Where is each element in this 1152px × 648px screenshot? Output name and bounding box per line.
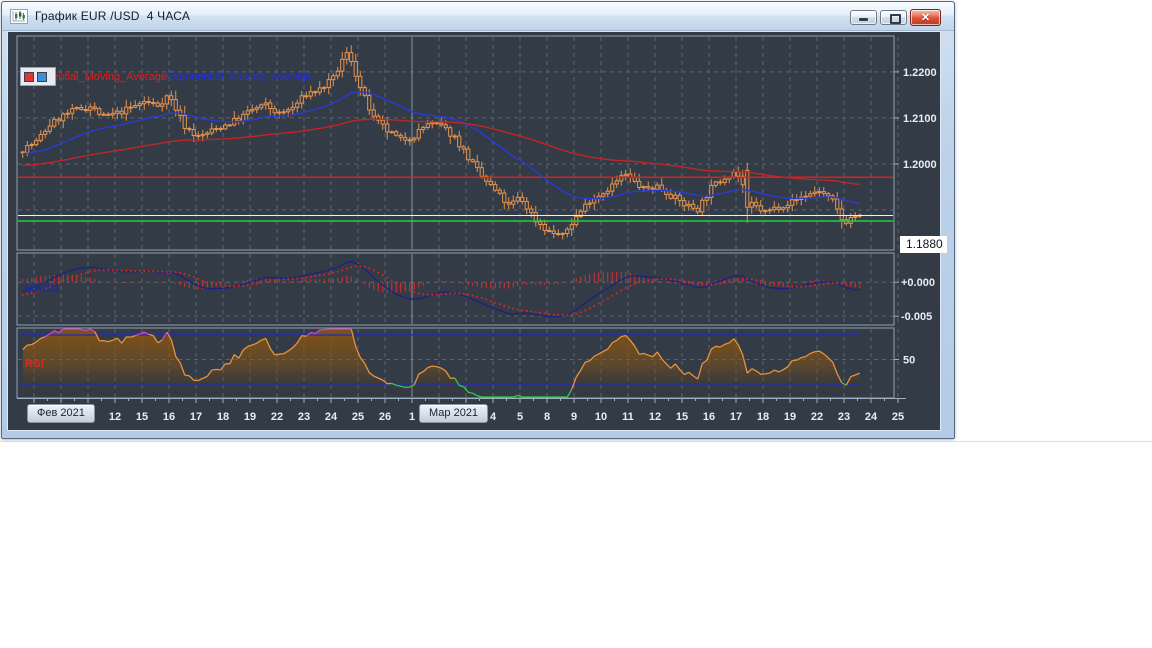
price-axis-label: 1.2000	[903, 159, 937, 171]
x-axis-day-label: 17	[190, 411, 202, 423]
x-axis-day-label: 12	[109, 411, 121, 423]
x-axis-day-label: 12	[649, 411, 661, 423]
current-price-label: 1.1880	[900, 236, 947, 253]
macd-axis-label: +0.000	[901, 277, 935, 289]
maximize-button[interactable]	[880, 10, 907, 25]
x-axis-day-label: 25	[892, 411, 904, 423]
x-axis-day-label: 24	[865, 411, 878, 423]
macd-axis-label: -0.005	[901, 311, 932, 323]
legend-box	[20, 67, 56, 86]
x-axis-day-label: 1	[409, 411, 415, 423]
minimize-button[interactable]	[850, 10, 877, 25]
x-axis-day-label: 23	[838, 411, 850, 423]
x-axis-day-label: 15	[676, 411, 688, 423]
x-axis-day-label: 5	[517, 411, 523, 423]
window-title: График EUR /USD 4 ЧАСА	[35, 9, 191, 23]
month-badge-mar: Мар 2021	[419, 404, 489, 423]
x-axis-day-label: 23	[298, 411, 310, 423]
x-axis-day-label: 19	[244, 411, 256, 423]
x-axis-day-label: 16	[163, 411, 175, 423]
x-axis-day-label: 15	[136, 411, 148, 423]
x-axis-day-label: 18	[217, 411, 229, 423]
x-axis-day-label: 9	[571, 411, 577, 423]
month-badge-feb: Фев 2021	[27, 404, 95, 423]
page-divider	[0, 441, 1152, 442]
legend-swatch-red-icon	[24, 71, 34, 82]
maximize-icon	[890, 14, 901, 24]
window-titlebar[interactable]: График EUR /USD 4 ЧАСА ✕	[2, 2, 954, 31]
close-icon: ✕	[920, 12, 931, 24]
rsi-label: RSI	[25, 358, 45, 370]
x-axis-day-label: 18	[757, 411, 769, 423]
close-button[interactable]: ✕	[910, 9, 941, 26]
x-axis-day-label: 25	[352, 411, 364, 423]
rsi-axis-label: 50	[903, 355, 915, 367]
legend-swatch-blue-icon	[37, 71, 47, 82]
window-controls: ✕	[850, 9, 941, 26]
x-axis-day-label: 11	[622, 411, 634, 423]
x-axis-day-label: 8	[544, 411, 550, 423]
x-axis-day-label: 17	[730, 411, 742, 423]
x-axis-day-label: 16	[703, 411, 715, 423]
x-axis-day-label: 19	[784, 411, 796, 423]
x-axis-day-label: 22	[271, 411, 283, 423]
macd-label: MACD	[25, 283, 60, 295]
x-axis-day-label: 4	[490, 411, 497, 423]
x-axis-day-label: 24	[325, 411, 338, 423]
chart-window: График EUR /USD 4 ЧАСА ✕ 910111215161718…	[1, 1, 955, 439]
chart-area[interactable]: 9101112151617181922232425261234589101112…	[7, 31, 947, 431]
price-axis-label: 1.2100	[903, 113, 937, 125]
x-axis-day-label: 10	[595, 411, 607, 423]
x-axis-day-label: 22	[811, 411, 823, 423]
legend-label-ema-blue: Exponential_Moving_Average	[166, 71, 312, 83]
minimize-icon	[859, 18, 868, 21]
price-chart-svg: 9101112151617181922232425261234589101112…	[16, 35, 937, 423]
price-axis-label: 1.2200	[903, 67, 937, 79]
x-axis-day-label: 26	[379, 411, 391, 423]
candlestick-chart-icon	[10, 8, 28, 24]
